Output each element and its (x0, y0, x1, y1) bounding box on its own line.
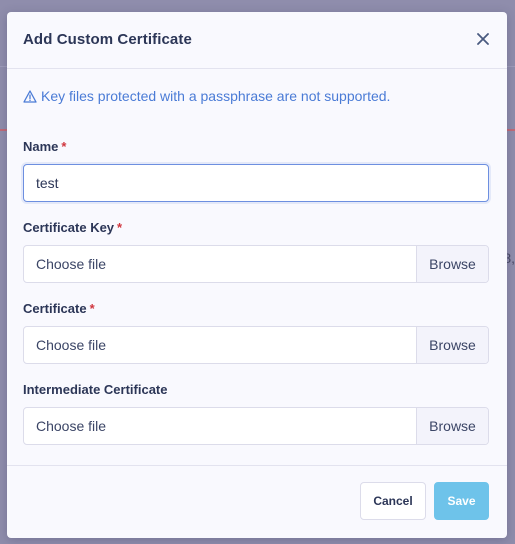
modal-header: Add Custom Certificate (7, 12, 507, 69)
certificate-key-label-text: Certificate Key (23, 220, 115, 235)
modal-title: Add Custom Certificate (23, 31, 192, 48)
intermediate-certificate-file-input[interactable]: Choose file Browse (23, 407, 489, 445)
passphrase-warning: Key files protected with a passphrase ar… (23, 88, 390, 104)
certificate-key-file-input[interactable]: Choose file Browse (23, 245, 489, 283)
certificate-browse-button[interactable]: Browse (416, 327, 488, 363)
name-label: Name * (23, 139, 66, 154)
warning-triangle-icon (23, 89, 37, 103)
certificate-file-placeholder: Choose file (36, 337, 107, 353)
name-label-text: Name (23, 139, 59, 154)
certificate-key-label: Certificate Key * (23, 220, 122, 235)
required-marker: * (89, 301, 95, 316)
intermediate-certificate-label-text: Intermediate Certificate (23, 382, 168, 397)
name-input[interactable] (23, 164, 489, 202)
intermediate-certificate-label: Intermediate Certificate (23, 382, 168, 397)
save-button[interactable]: Save (434, 482, 489, 520)
certificate-file-input[interactable]: Choose file Browse (23, 326, 489, 364)
certificate-key-file-placeholder: Choose file (36, 256, 107, 272)
certificate-label-text: Certificate (23, 301, 87, 316)
required-marker: * (117, 220, 123, 235)
required-marker: * (61, 139, 67, 154)
close-button[interactable] (473, 29, 493, 49)
intermediate-certificate-file-placeholder: Choose file (36, 418, 107, 434)
intermediate-certificate-browse-button[interactable]: Browse (416, 408, 488, 444)
certificate-label: Certificate * (23, 301, 95, 316)
warning-text: Key files protected with a passphrase ar… (41, 88, 391, 104)
add-certificate-modal: Add Custom Certificate Key files protect… (7, 12, 507, 538)
backdrop-accent-line-right (507, 129, 515, 131)
cancel-button[interactable]: Cancel (360, 482, 426, 520)
close-icon (477, 33, 489, 45)
modal-footer: Cancel Save (7, 465, 507, 538)
certificate-key-browse-button[interactable]: Browse (416, 246, 488, 282)
